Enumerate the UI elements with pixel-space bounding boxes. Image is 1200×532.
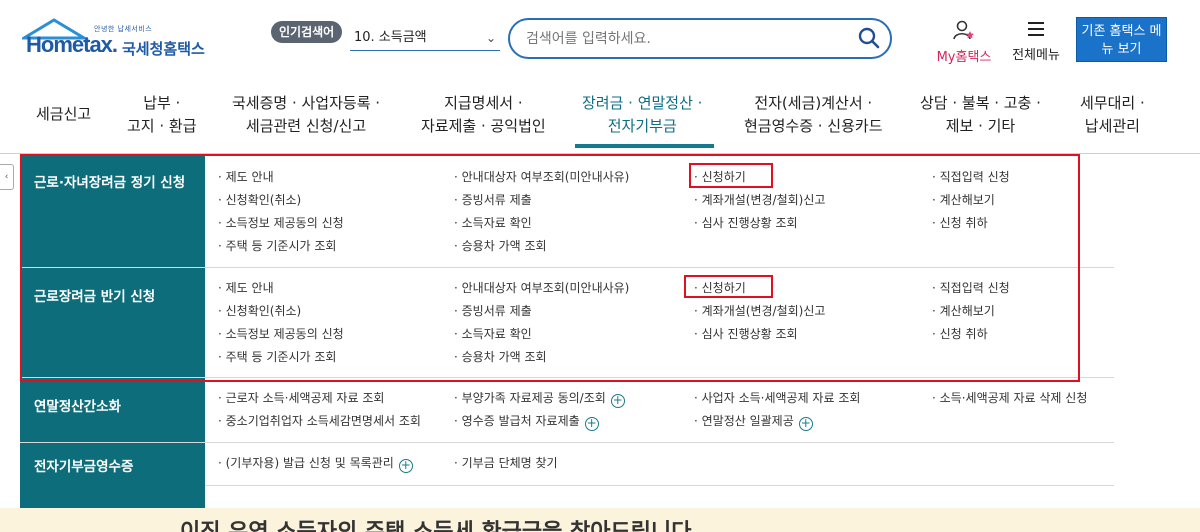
menu-link[interactable]: · 중소기업취업자 소득세감면명세서 조회 [218, 413, 421, 429]
all-menu-label: 전체메뉴 [1012, 48, 1060, 63]
gnb-tax-report[interactable]: 세금신고 [36, 103, 91, 126]
hamburger-icon [1028, 22, 1044, 36]
active-tab-indicator [575, 144, 714, 148]
gnb-incentive[interactable]: 장려금 · 연말정산 · 전자기부금 [582, 92, 702, 138]
plus-icon[interactable]: + [398, 459, 413, 473]
gnb-label: 납세관리 [1084, 117, 1140, 135]
plus-icon[interactable]: + [798, 417, 813, 431]
menu-link[interactable]: · 사업자 소득·세액공제 자료 조회 [694, 390, 860, 406]
menu-link-with-plus[interactable]: · 연말정산 일괄제공 + [694, 413, 813, 431]
user-icon [953, 20, 974, 40]
chevron-down-icon: ⌄ [485, 31, 496, 45]
search-input[interactable] [526, 29, 846, 49]
menu-link-with-plus[interactable]: · 영수증 발급처 자료제출 + [454, 413, 599, 431]
search-icon[interactable] [858, 27, 880, 49]
gnb-label: 고지 · 환급 [127, 117, 197, 135]
banner-text: 이직 유역 소득자의 주택 소득세 환급금을 찾아드립니다 [180, 514, 691, 532]
gnb-agent[interactable]: 세무대리 · 납세관리 [1080, 92, 1145, 138]
gnb-label: 세무대리 · [1080, 94, 1145, 112]
gnb-label: 납부 · [143, 94, 181, 112]
plus-icon[interactable]: + [584, 417, 599, 431]
hot-keyword-select[interactable]: 10. 소득금액 ⌄ [350, 27, 500, 51]
row-links: · 근로자 소득·세액공제 자료 조회 · 중소기업취업자 소득세감면명세서 조… [205, 378, 1114, 442]
menu-link-label: · 연말정산 일괄제공 [694, 414, 794, 428]
gnb-statement[interactable]: 지급명세서 · 자료제출 · 공익법인 [421, 92, 546, 138]
my-hometax-label: My홈택스 [936, 50, 992, 65]
hometax-logo[interactable]: 안녕한 납세서비스 Hometax. 국세청홈택스 [22, 18, 222, 62]
submenu-panel: 근로·자녀장려금 정기 신청 · 제도 안내 · 신청확인(취소) · 소득정보… [20, 154, 1200, 508]
menu-link[interactable]: · 소득·세액공제 자료 삭제 신청 [932, 390, 1087, 406]
plus-icon[interactable]: + [610, 394, 625, 408]
menu-link-with-plus[interactable]: · 부양가족 자료제공 동의/조회 + [454, 390, 625, 408]
row-title: 연말정산간소화 [20, 378, 205, 442]
gnb-label: 자료제출 · 공익법인 [421, 117, 546, 135]
highlight-outline [20, 154, 1080, 382]
old-menu-button[interactable]: 기존 홈택스 메뉴 보기 [1076, 17, 1167, 62]
highlight-apply-1 [689, 163, 773, 188]
all-menu-button[interactable]: 전체메뉴 [1007, 20, 1065, 63]
menu-link[interactable]: · 기부금 단체명 찾기 [454, 455, 558, 471]
menu-link-label: · (기부자용) 발급 신청 및 목록관리 [218, 456, 394, 470]
my-hometax-button[interactable]: My홈택스 [931, 20, 997, 65]
sidebar-fill [20, 478, 205, 508]
gnb-label: 세금관련 신청/신고 [245, 117, 367, 135]
menu-link-label: · 부양가족 자료제공 동의/조회 [454, 391, 606, 405]
gnb-consult[interactable]: 상담 · 불복 · 고충 · 제보 · 기타 [920, 92, 1041, 138]
side-toggle-button[interactable]: ‹ [0, 164, 14, 190]
row-links: · (기부자용) 발급 신청 및 목록관리 + · 기부금 단체명 찾기 [205, 443, 1114, 485]
gnb-label: 국세증명 · 사업자등록 · [232, 94, 381, 112]
gnb-certificate[interactable]: 국세증명 · 사업자등록 · 세금관련 신청/신고 [232, 92, 380, 138]
promo-banner[interactable]: 이직 유역 소득자의 주택 소득세 환급금을 찾아드립니다 [0, 508, 1200, 532]
submenu-row: 연말정산간소화 · 근로자 소득·세액공제 자료 조회 · 중소기업취업자 소득… [20, 378, 1114, 443]
gnb-label: 전자기부금 [607, 117, 677, 135]
hot-keyword-badge: 인기검색어 [271, 21, 343, 43]
highlight-apply-2 [684, 275, 773, 298]
menu-link[interactable]: · 근로자 소득·세액공제 자료 조회 [218, 390, 384, 406]
hot-keyword-value: 10. 소득금액 [354, 30, 427, 45]
gnb-label: 상담 · 불복 · 고충 · [920, 94, 1041, 112]
main-navigation: 세금신고 납부 · 고지 · 환급 국세증명 · 사업자등록 · 세금관련 신청… [0, 80, 1200, 154]
search-box [508, 18, 892, 59]
gnb-label: 현금영수증 · 신용카드 [744, 117, 883, 135]
gnb-e-invoice[interactable]: 전자(세금)계산서 · 현금영수증 · 신용카드 [744, 92, 883, 138]
menu-link-with-plus[interactable]: · (기부자용) 발급 신청 및 목록관리 + [218, 455, 413, 473]
gnb-label: 세금신고 [36, 105, 92, 123]
menu-link-label: · 영수증 발급처 자료제출 [454, 414, 580, 428]
logo-korean: 국세청홈택스 [122, 40, 205, 58]
gnb-payment[interactable]: 납부 · 고지 · 환급 [127, 92, 197, 138]
logo-text: Hometax. [26, 32, 118, 57]
gnb-label: 장려금 · 연말정산 · [582, 94, 703, 112]
site-header: 안녕한 납세서비스 Hometax. 국세청홈택스 인기검색어 10. 소득금액… [0, 0, 1200, 80]
gnb-label: 지급명세서 · [444, 94, 523, 112]
gnb-label: 제보 · 기타 [945, 117, 1016, 135]
gnb-label: 전자(세금)계산서 · [754, 94, 873, 112]
